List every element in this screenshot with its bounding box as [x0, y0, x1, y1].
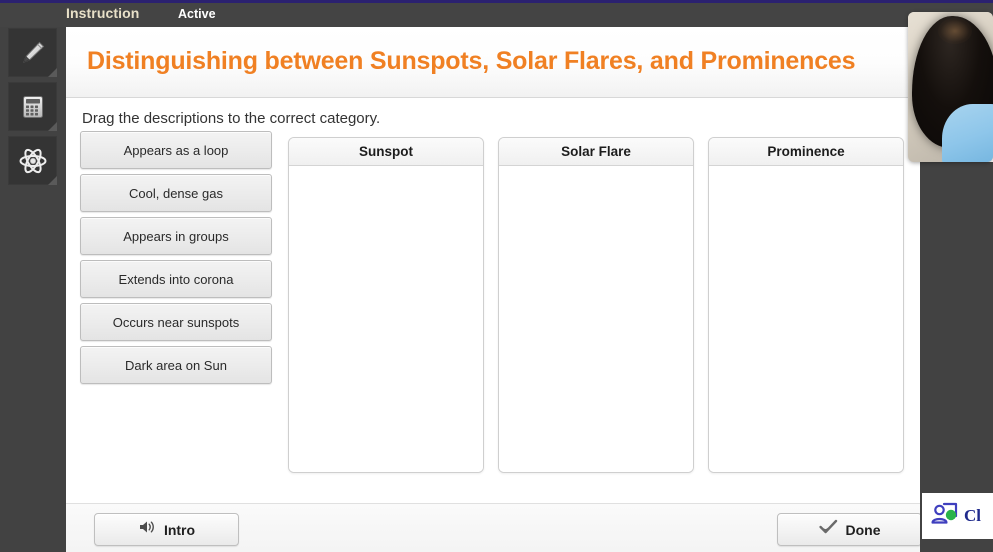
webcam-video-feed[interactable] — [908, 12, 993, 162]
draggable-item[interactable]: Extends into corona — [80, 260, 272, 298]
draggable-item[interactable]: Appears as a loop — [80, 131, 272, 169]
category-column-solar-flare[interactable]: Solar Flare — [498, 137, 694, 473]
tab-instruction[interactable]: Instruction — [66, 5, 139, 21]
draggable-item[interactable]: Dark area on Sun — [80, 346, 272, 384]
intro-button[interactable]: Intro — [94, 513, 239, 546]
webcam-hair-highlight — [938, 18, 972, 44]
status-widget[interactable]: Cl — [922, 493, 993, 539]
draggable-item[interactable]: Appears in groups — [80, 217, 272, 255]
right-chrome-panel — [920, 162, 993, 493]
title-band: Distinguishing between Sunspots, Solar F… — [66, 27, 920, 98]
footer-toolbar: Intro Done — [66, 503, 920, 552]
speaker-icon — [138, 519, 156, 540]
draggable-item-label: Occurs near sunspots — [112, 314, 240, 330]
draggable-item-label: Appears in groups — [123, 228, 229, 244]
lesson-page: Distinguishing between Sunspots, Solar F… — [66, 27, 920, 552]
draggable-item-label: Dark area on Sun — [125, 357, 227, 373]
draggable-item[interactable]: Occurs near sunspots — [80, 303, 272, 341]
category-columns: Sunspot Solar Flare Prominence — [288, 137, 904, 473]
check-icon — [818, 519, 838, 540]
category-title: Sunspot — [289, 138, 483, 166]
category-title: Solar Flare — [499, 138, 693, 166]
category-column-sunspot[interactable]: Sunspot — [288, 137, 484, 473]
page-title: Distinguishing between Sunspots, Solar F… — [87, 47, 856, 75]
done-button[interactable]: Done — [777, 513, 920, 546]
category-column-prominence[interactable]: Prominence — [708, 137, 904, 473]
draggable-item-label: Cool, dense gas — [129, 185, 223, 201]
draggable-item-label: Extends into corona — [118, 271, 234, 287]
application-window: Instruction Active Distinguishing betwee… — [0, 0, 993, 552]
intro-button-label: Intro — [163, 521, 196, 538]
right-chrome-panel-bottom — [920, 539, 993, 552]
draggable-item-label: Appears as a loop — [123, 142, 229, 158]
drop-zone-solar-flare[interactable] — [499, 166, 693, 472]
tool-rail — [0, 27, 66, 552]
user-presence-icon — [930, 501, 960, 532]
top-tab-bar: Instruction Active — [0, 3, 993, 27]
draggable-item[interactable]: Cool, dense gas — [80, 174, 272, 212]
instruction-text: Drag the descriptions to the correct cat… — [82, 110, 381, 127]
pencil-tool-button[interactable] — [8, 28, 57, 77]
tab-active[interactable]: Active — [178, 7, 216, 21]
status-widget-label: Cl — [964, 506, 981, 525]
drop-zone-sunspot[interactable] — [289, 166, 483, 472]
drop-zone-prominence[interactable] — [709, 166, 903, 472]
category-title: Prominence — [709, 138, 903, 166]
atom-tool-button[interactable] — [8, 136, 57, 185]
draggable-items-list: Appears as a loop Cool, dense gas Appear… — [80, 131, 272, 389]
calculator-tool-button[interactable] — [8, 82, 57, 131]
done-button-label: Done — [845, 521, 881, 538]
